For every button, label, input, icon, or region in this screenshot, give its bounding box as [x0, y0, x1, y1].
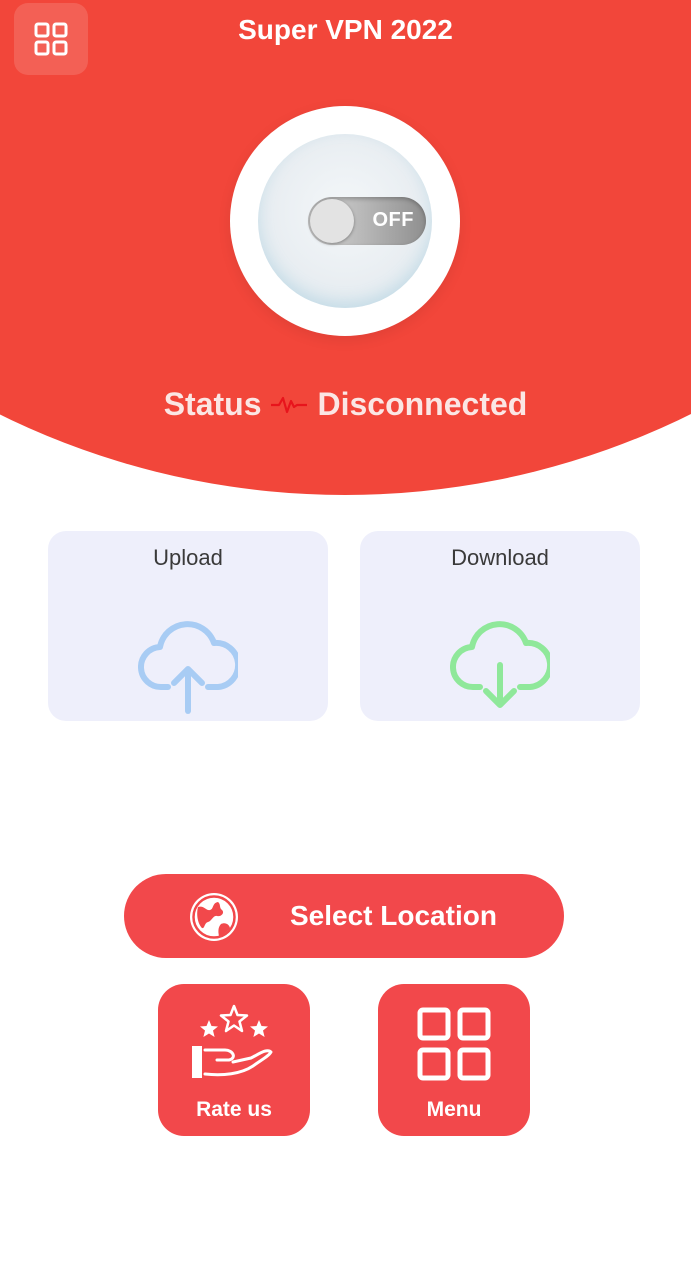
- connection-status: Status Disconnected: [0, 386, 691, 423]
- globe-icon: [190, 893, 238, 941]
- grid-icon: [417, 1007, 491, 1081]
- vpn-toggle-switch[interactable]: OFF: [308, 197, 426, 245]
- rate-stars-hand-icon: [192, 1004, 273, 1078]
- power-button-inner: OFF: [258, 134, 432, 308]
- select-location-label: Select Location: [290, 900, 497, 931]
- rate-us-label: Rate us: [196, 1098, 272, 1121]
- menu-label: Menu: [426, 1098, 482, 1121]
- menu-button[interactable]: Menu: [378, 984, 530, 1136]
- toggle-knob: [310, 199, 354, 243]
- power-button[interactable]: OFF: [230, 106, 460, 336]
- status-label: Status: [163, 386, 262, 422]
- cloud-download-icon: [450, 621, 550, 708]
- rate-us-button[interactable]: Rate us: [158, 984, 310, 1136]
- cloud-upload-icon: [138, 621, 238, 714]
- pulse-icon: [271, 396, 308, 413]
- upload-label: Upload: [153, 545, 223, 570]
- download-card[interactable]: Download: [360, 531, 640, 721]
- select-location-button[interactable]: Select Location: [124, 874, 564, 958]
- toggle-label: OFF: [372, 209, 414, 231]
- vpn-home-screen: Super VPN 2022 OFF Status Disconnected U…: [0, 0, 691, 1280]
- status-value: Disconnected: [317, 386, 528, 422]
- download-label: Download: [451, 545, 549, 570]
- app-title: Super VPN 2022: [238, 14, 453, 45]
- upload-card[interactable]: Upload: [48, 531, 328, 721]
